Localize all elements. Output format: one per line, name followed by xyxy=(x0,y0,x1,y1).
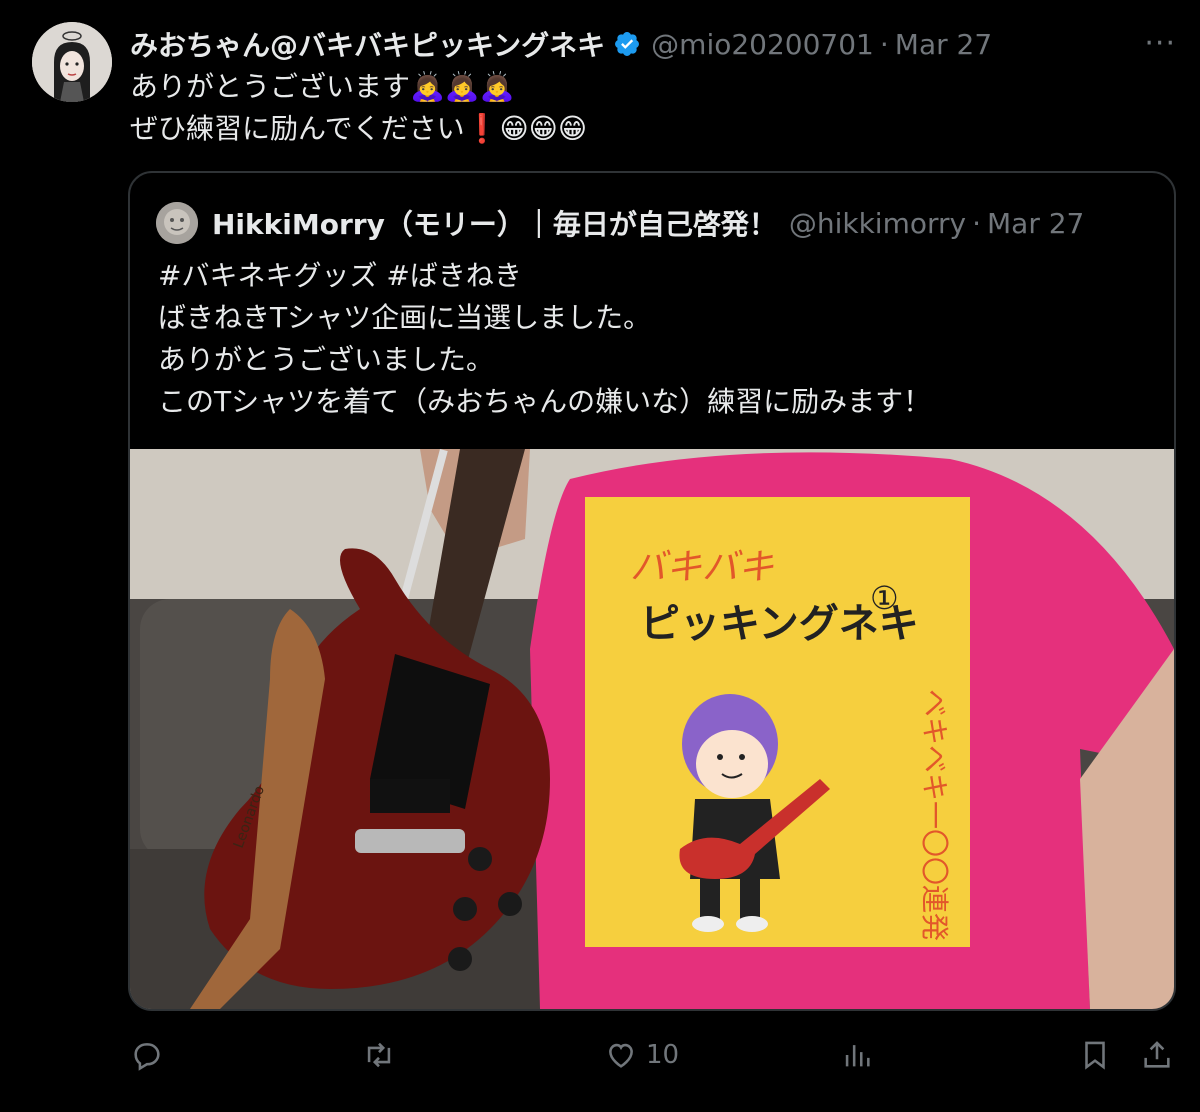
like-count: 10 xyxy=(646,1040,680,1070)
author-name[interactable]: みおちゃん@バキバキピッキングネキ xyxy=(130,24,605,64)
retweet-icon xyxy=(367,1042,391,1068)
share-icon xyxy=(1144,1041,1170,1068)
tweet-header: みおちゃん@バキバキピッキングネキ @mio20200701 · Mar 27 xyxy=(130,24,992,64)
bookmark-button[interactable] xyxy=(1078,1030,1112,1080)
quoted-tweet[interactable]: HikkiMorry（モリー）｜毎日が自己啓発！ @hikkimorry · M… xyxy=(128,171,1176,1011)
separator-dot: · xyxy=(879,27,889,61)
tweet-text: ありがとうございます🙇‍♀️🙇‍♀️🙇‍♀️ ぜひ練習に励んでください❗😁😁😁 xyxy=(130,66,587,150)
verified-badge-icon xyxy=(615,32,640,56)
share-button[interactable] xyxy=(1140,1030,1174,1080)
quoted-separator-dot: · xyxy=(972,206,981,240)
shirt-number: ① xyxy=(870,579,899,617)
views-icon xyxy=(845,1045,870,1067)
reply-button[interactable] xyxy=(130,1030,164,1080)
like-button[interactable]: 10 xyxy=(604,1030,679,1080)
retweet-button[interactable] xyxy=(362,1030,396,1080)
tweet-timestamp[interactable]: Mar 27 xyxy=(895,28,992,61)
quoted-timestamp: Mar 27 xyxy=(987,206,1085,240)
more-options-icon[interactable]: ··· xyxy=(1144,26,1176,61)
tweet-text-line-2: ぜひ練習に励んでください❗😁😁😁 xyxy=(130,112,588,145)
quoted-author-handle: @hikkimorry xyxy=(788,206,967,240)
bookmark-icon xyxy=(1085,1041,1105,1070)
shirt-vertical-text: ベキベキ一〇〇連発 xyxy=(918,689,951,941)
author-avatar[interactable] xyxy=(32,22,112,102)
tweet-photo[interactable]: バキバキ ピッキングネキ ① ベキベキ一〇〇連発 Leonardo xyxy=(130,449,1174,1009)
views-button[interactable] xyxy=(840,1030,874,1080)
quoted-author-name: HikkiMorry（モリー）｜毎日が自己啓発！ xyxy=(212,208,777,241)
quoted-tweet-header: HikkiMorry（モリー）｜毎日が自己啓発！ @hikkimorry · M… xyxy=(156,202,1085,244)
quoted-author-avatar xyxy=(156,202,198,244)
tweet-text-line-1: ありがとうございます🙇‍♀️🙇‍♀️🙇‍♀️ xyxy=(130,70,515,103)
quoted-text-line-3: ありがとうございました。 xyxy=(158,343,495,376)
quoted-text-line-2: ばきねきTシャツ企画に当選しました。 xyxy=(158,301,652,334)
quoted-text-line-4: このTシャツを着て（みおちゃんの嫌いな）練習に励みます！ xyxy=(158,385,932,418)
reply-icon xyxy=(134,1043,160,1071)
action-bar: 10 xyxy=(0,1030,1200,1080)
author-handle[interactable]: @mio20200701 xyxy=(651,28,874,61)
heart-icon xyxy=(609,1043,633,1068)
quoted-tweet-text: #バキネキグッズ #ばきねき ばきねきTシャツ企画に当選しました。 ありがとうご… xyxy=(158,255,931,423)
quoted-text-line-1: #バキネキグッズ #ばきねき xyxy=(158,259,522,292)
shirt-title-1: バキバキ xyxy=(630,547,774,588)
